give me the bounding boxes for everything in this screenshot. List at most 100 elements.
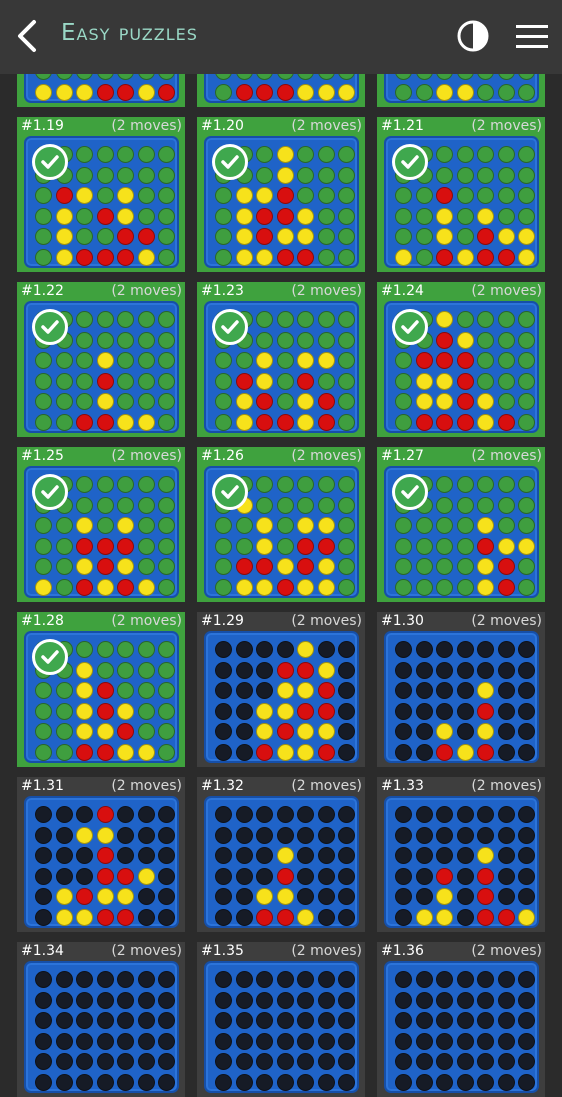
puzzle-number: #1.30 [381,613,424,629]
yellow-disc [415,372,433,390]
check-circle-icon [212,144,248,180]
yellow-disc [317,661,335,679]
empty-hole [338,331,355,349]
puzzle-moves-count: (2 moves) [471,283,542,299]
empty-hole [215,723,232,740]
empty-hole [436,1053,453,1070]
yellow-disc [235,413,253,431]
empty-hole [518,743,535,761]
puzzle-number: #1.27 [381,448,424,464]
empty-hole [395,991,412,1009]
yellow-disc [235,248,253,266]
empty-hole [137,1073,155,1091]
puzzle-moves-count: (2 moves) [471,448,542,464]
puzzle-tile[interactable]: #1.23 (2 moves) [197,282,365,437]
puzzle-number: #1.35 [201,943,244,959]
empty-hole [415,682,433,699]
puzzle-tile[interactable]: #1.19 (2 moves) [17,117,185,272]
back-button[interactable] [10,16,46,56]
empty-hole [518,702,535,720]
empty-hole [137,537,155,555]
puzzle-board [204,961,359,1093]
empty-hole [477,661,494,679]
puzzle-tile[interactable]: #1.29 (2 moves) [197,612,365,767]
empty-hole [35,743,52,761]
empty-hole [256,1073,273,1091]
red-disc [497,908,515,926]
yellow-disc [235,187,253,204]
empty-hole [415,1073,433,1091]
contrast-toggle-button[interactable] [456,19,490,53]
empty-hole [76,228,93,245]
check-circle-icon [392,144,428,180]
yellow-disc [76,682,93,699]
puzzle-tile[interactable]: #1.32 (2 moves) [197,777,365,932]
puzzle-tile[interactable]: #1.35 (2 moves) [197,942,365,1097]
puzzle-tile[interactable]: #1.25 (2 moves) [17,447,185,602]
empty-hole [35,806,52,823]
empty-hole [137,908,155,926]
red-disc [497,413,515,431]
empty-hole [55,826,73,844]
puzzle-tile[interactable]: #1.22 (2 moves) [17,282,185,437]
empty-hole [235,847,253,864]
puzzle-tile[interactable]: #1.21 (2 moves) [377,117,545,272]
empty-hole [456,558,474,575]
red-disc [117,723,134,740]
empty-hole [395,207,412,225]
empty-hole [497,743,515,761]
empty-hole [96,971,114,988]
puzzle-tile[interactable]: #1.33 (2 moves) [377,777,545,932]
puzzle-tile[interactable]: #1.31 (2 moves) [17,777,185,932]
empty-hole [235,1012,253,1029]
empty-hole [256,682,273,699]
puzzle-tile[interactable]: #1.27 (2 moves) [377,447,545,602]
empty-hole [215,558,232,575]
empty-hole [215,1032,232,1050]
empty-hole [137,806,155,823]
empty-hole [235,806,253,823]
empty-hole [497,661,515,679]
empty-hole [117,393,134,410]
empty-hole [436,661,453,679]
puzzle-board [384,961,539,1093]
empty-hole [96,166,114,184]
empty-hole [96,187,114,204]
menu-button[interactable] [514,22,550,52]
empty-hole [35,228,52,245]
empty-hole [215,228,232,245]
empty-hole [338,908,355,926]
puzzle-number: #1.29 [201,613,244,629]
empty-hole [477,372,494,390]
red-disc [276,187,294,204]
empty-hole [235,517,253,534]
yellow-disc [297,743,314,761]
empty-hole [297,166,314,184]
empty-hole [338,723,355,740]
empty-hole [436,1012,453,1029]
puzzle-tile[interactable]: #1.36 (2 moves) [377,942,545,1097]
empty-hole [317,806,335,823]
empty-hole [215,537,232,555]
red-disc [76,578,93,596]
puzzle-tile[interactable]: #1.30 (2 moves) [377,612,545,767]
yellow-disc [76,826,93,844]
yellow-disc [35,578,52,596]
red-disc [96,702,114,720]
puzzle-tile[interactable]: #1.34 (2 moves) [17,942,185,1097]
empty-hole [137,723,155,740]
red-disc [96,413,114,431]
empty-hole [55,1032,73,1050]
empty-hole [276,311,294,328]
puzzle-tile[interactable]: #1.20 (2 moves) [197,117,365,272]
empty-hole [338,847,355,864]
empty-hole [137,826,155,844]
empty-hole [137,847,155,864]
empty-hole [35,971,52,988]
puzzle-tile[interactable]: #1.26 (2 moves) [197,447,365,602]
empty-hole [35,702,52,720]
puzzle-tile[interactable]: #1.28 (2 moves) [17,612,185,767]
empty-hole [518,1073,535,1091]
puzzle-tile[interactable]: #1.24 (2 moves) [377,282,545,437]
empty-hole [117,1012,134,1029]
